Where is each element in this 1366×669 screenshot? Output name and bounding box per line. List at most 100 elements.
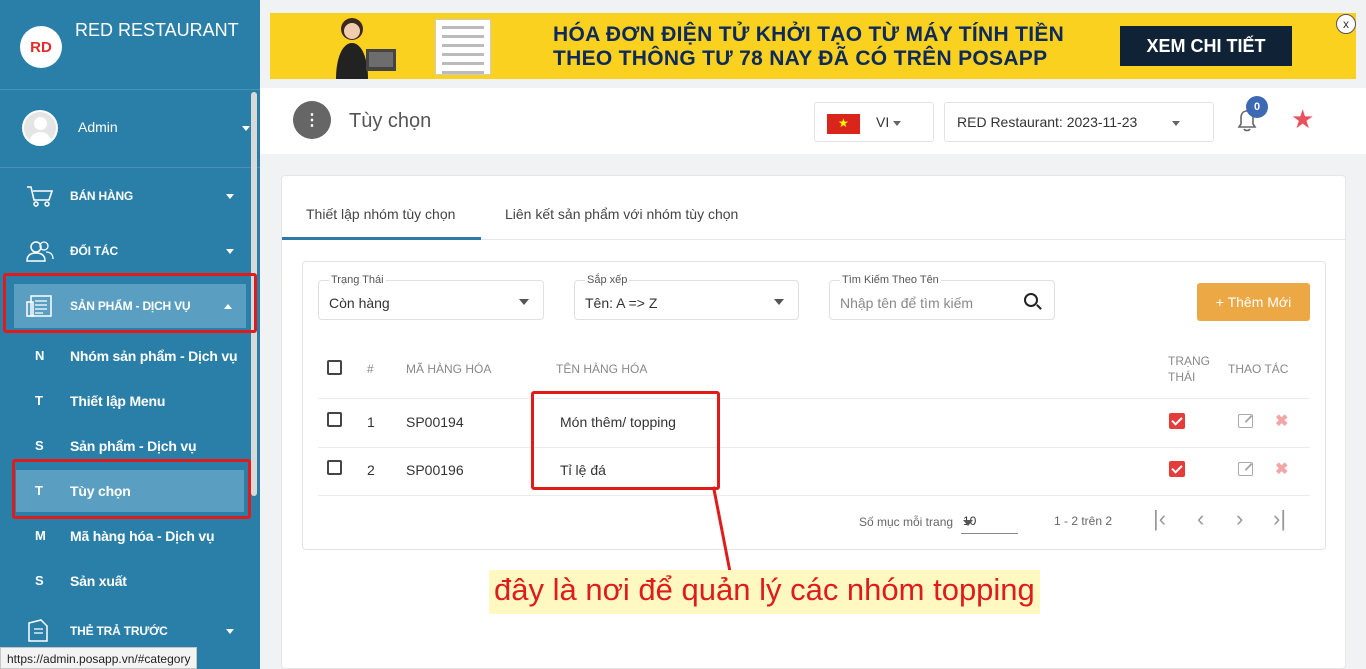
row-code: SP00194 xyxy=(406,414,464,430)
subitem-label: Nhóm sản phẩm - Dịch vụ xyxy=(70,348,238,364)
highlight-box-products xyxy=(3,273,257,333)
status-checkbox-checked[interactable] xyxy=(1169,413,1185,429)
subitem-label: Mã hàng hóa - Dịch vụ xyxy=(70,528,215,544)
search-placeholder: Nhập tên để tìm kiếm xyxy=(840,295,974,311)
row-index: 1 xyxy=(367,414,375,430)
col-code-header: MÃ HÀNG HÓA xyxy=(406,362,492,376)
view-details-button[interactable]: XEM CHI TIẾT xyxy=(1120,26,1292,66)
tab-product-links[interactable]: Liên kết sản phẩm với nhóm tùy chọn xyxy=(505,206,738,222)
status-label: Trạng Thái xyxy=(329,274,386,286)
sort-select[interactable]: Sắp xếp Tên: A => Z xyxy=(574,274,799,320)
annotation-text: đây là nơi để quản lý các nhóm topping xyxy=(489,570,1040,614)
status-checkbox-checked[interactable] xyxy=(1169,461,1185,477)
banner-close-button[interactable]: x xyxy=(1336,14,1356,34)
sidebar-item-label: ĐỐI TÁC xyxy=(70,244,118,258)
sidebar-subitem-production[interactable]: S Sản xuất xyxy=(0,561,248,601)
chevron-down-icon xyxy=(519,299,529,305)
sidebar-subitem-product-groups[interactable]: N Nhóm sản phẩm - Dịch vụ xyxy=(0,336,248,376)
page-header: ⋮ Tùy chọn VI RED Restaurant: 2023-11-23… xyxy=(260,88,1366,154)
row-code: SP00196 xyxy=(406,462,464,478)
add-new-button[interactable]: + Thêm Mới xyxy=(1197,283,1310,321)
highlight-box-option-names xyxy=(531,391,720,490)
tab-option-groups[interactable]: Thiết lập nhóm tùy chọn xyxy=(306,206,455,222)
chevron-down-icon xyxy=(242,126,250,131)
option-groups-panel: Trạng Thái Còn hàng Sắp xếp Tên: A => Z … xyxy=(302,261,1326,550)
page-title: Tùy chọn xyxy=(349,110,432,132)
subitem-letter: T xyxy=(35,393,43,408)
col-status-header-2: THÁI xyxy=(1168,370,1196,384)
users-icon xyxy=(26,241,54,262)
divider xyxy=(318,495,1310,496)
delete-icon[interactable]: ✖ xyxy=(1275,459,1288,479)
banner-line-1: HÓA ĐƠN ĐIỆN TỬ KHỞI TẠO TỪ MÁY TÍNH TIỀ… xyxy=(553,23,1065,46)
status-value: Còn hàng xyxy=(329,295,390,311)
chevron-down-icon xyxy=(226,629,234,634)
col-actions-header: THAO TÁC xyxy=(1228,362,1289,376)
sidebar-brand[interactable]: RD RED RESTAURANT xyxy=(0,0,260,90)
subitem-label: Sản phẩm - Dịch vụ xyxy=(70,438,197,454)
divider xyxy=(318,447,1310,448)
invoice-illustration xyxy=(435,19,491,75)
search-icon[interactable] xyxy=(1024,293,1038,307)
chevron-down-icon xyxy=(226,194,234,199)
first-page-button[interactable]: |‹ xyxy=(1153,506,1166,532)
user-name: Admin xyxy=(78,119,118,135)
subitem-label: Sản xuất xyxy=(70,573,127,589)
active-tab-indicator xyxy=(282,237,481,240)
sidebar-item-label: THẺ TRẢ TRƯỚC xyxy=(70,624,168,638)
status-url: https://admin.posapp.vn/#category xyxy=(0,647,198,669)
promo-banner[interactable]: HÓA ĐƠN ĐIỆN TỬ KHỞI TẠO TỪ MÁY TÍNH TIỀ… xyxy=(270,13,1356,79)
status-select[interactable]: Trạng Thái Còn hàng xyxy=(318,274,544,320)
store-select[interactable]: RED Restaurant: 2023-11-23 xyxy=(944,102,1214,142)
subitem-letter: S xyxy=(35,573,44,588)
chevron-down-icon xyxy=(963,520,973,526)
menu-toggle-button[interactable]: ⋮ xyxy=(293,101,331,139)
avatar xyxy=(22,110,58,146)
sidebar-subitem-item-codes[interactable]: M Mã hàng hóa - Dịch vụ xyxy=(0,516,248,556)
favorite-star-icon[interactable]: ★ xyxy=(1291,104,1314,135)
language-code: VI xyxy=(876,114,890,130)
banner-line-2: THEO THÔNG TƯ 78 NAY ĐÃ CÓ TRÊN POSAPP xyxy=(553,47,1048,70)
delete-icon[interactable]: ✖ xyxy=(1275,411,1288,431)
divider xyxy=(318,398,1310,399)
brand-name: RED RESTAURANT xyxy=(75,20,239,40)
sidebar-item-label: BÁN HÀNG xyxy=(70,189,134,203)
per-page-select[interactable]: 10 xyxy=(961,510,1018,534)
sidebar: RD RED RESTAURANT Admin BÁN HÀNG ĐỐI TÁC… xyxy=(0,0,260,669)
notification-badge: 0 xyxy=(1246,96,1268,118)
next-page-button[interactable]: › xyxy=(1236,506,1243,532)
chevron-down-icon xyxy=(226,249,234,254)
subitem-letter: S xyxy=(35,438,44,453)
prev-page-button[interactable]: ‹ xyxy=(1197,506,1204,532)
sort-label: Sắp xếp xyxy=(585,274,630,286)
chevron-down-icon xyxy=(774,299,784,305)
subitem-letter: M xyxy=(35,528,46,543)
sidebar-item-partners[interactable]: ĐỐI TÁC xyxy=(0,229,248,273)
tab-bar: Thiết lập nhóm tùy chọn Liên kết sản phẩ… xyxy=(282,176,1345,240)
banner-text: HÓA ĐƠN ĐIỆN TỬ KHỞI TẠO TỪ MÁY TÍNH TIỀ… xyxy=(553,23,1064,71)
col-name-header: TÊN HÀNG HÓA xyxy=(556,362,648,376)
vietnam-flag-icon xyxy=(827,114,860,134)
edit-icon[interactable] xyxy=(1238,414,1253,428)
col-status-header-1: TRẠNG xyxy=(1168,354,1210,368)
last-page-button[interactable]: ›| xyxy=(1273,506,1286,532)
edit-icon[interactable] xyxy=(1238,462,1253,476)
brand-logo: RD xyxy=(20,26,62,68)
chevron-down-icon xyxy=(1172,121,1180,126)
sidebar-item-sales[interactable]: BÁN HÀNG xyxy=(0,174,248,218)
store-name: RED Restaurant: 2023-11-23 xyxy=(957,114,1138,130)
sidebar-subitem-menu-setup[interactable]: T Thiết lập Menu xyxy=(0,381,248,421)
cart-icon xyxy=(27,186,54,207)
search-label: Tìm Kiếm Theo Tên xyxy=(840,274,941,286)
select-all-checkbox[interactable] xyxy=(327,360,342,375)
user-menu[interactable]: Admin xyxy=(0,90,260,168)
row-index: 2 xyxy=(367,462,375,478)
search-input[interactable]: Tìm Kiếm Theo Tên Nhập tên để tìm kiếm xyxy=(829,274,1055,320)
col-index-header: # xyxy=(367,362,374,376)
row-checkbox[interactable] xyxy=(327,412,342,427)
subitem-letter: N xyxy=(35,348,45,363)
per-page-label: Số mục mỗi trang xyxy=(859,515,954,529)
page-range: 1 - 2 trên 2 xyxy=(1054,514,1113,528)
language-select[interactable]: VI xyxy=(814,102,934,142)
row-checkbox[interactable] xyxy=(327,460,342,475)
